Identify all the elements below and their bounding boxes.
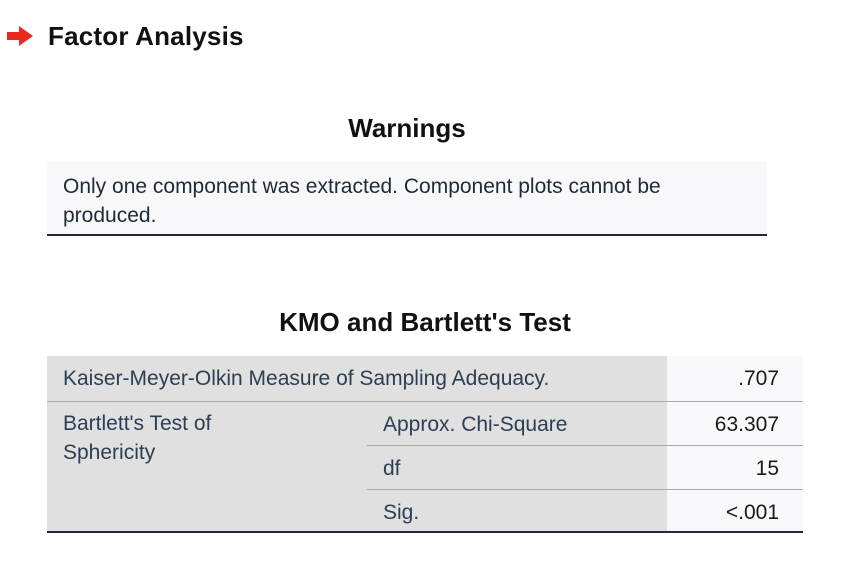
warnings-message: Only one component was extracted. Compon… — [63, 175, 661, 227]
df-value-cell: 15 — [667, 445, 803, 489]
warnings-title: Warnings — [348, 113, 466, 143]
row-divider — [367, 445, 803, 446]
kmo-label-cell: Kaiser-Meyer-Olkin Measure of Sampling A… — [47, 356, 667, 401]
kmo-value-cell: .707 — [667, 356, 803, 401]
kmo-title: KMO and Bartlett's Test — [279, 307, 571, 337]
sig-value: <.001 — [725, 501, 779, 524]
chi-value-cell: 63.307 — [667, 401, 803, 445]
chi-label: Approx. Chi-Square — [383, 413, 568, 436]
df-value: 15 — [755, 457, 779, 480]
output-heading[interactable]: Factor Analysis — [6, 20, 244, 52]
kmo-table[interactable]: Kaiser-Meyer-Olkin Measure of Sampling A… — [47, 356, 803, 533]
chi-label-cell: Approx. Chi-Square — [367, 401, 667, 445]
table-bottom-rule — [47, 531, 803, 533]
row-divider — [367, 489, 803, 490]
df-label-cell: df — [367, 445, 667, 489]
df-label: df — [383, 457, 401, 480]
kmo-value: .707 — [738, 367, 779, 390]
page-title: Factor Analysis — [48, 20, 244, 51]
kmo-label: Kaiser-Meyer-Olkin Measure of Sampling A… — [63, 367, 550, 390]
row-divider — [47, 401, 803, 402]
sig-value-cell: <.001 — [667, 489, 803, 531]
sig-label-cell: Sig. — [367, 489, 667, 531]
bartlett-label: Bartlett's Test of Sphericity — [63, 412, 212, 464]
chi-value: 63.307 — [714, 413, 779, 436]
warnings-table[interactable]: Only one component was extracted. Compon… — [47, 162, 767, 236]
sig-label: Sig. — [383, 501, 420, 524]
bartlett-label-cell: Bartlett's Test of Sphericity — [47, 401, 367, 531]
arrow-right-icon — [7, 26, 33, 46]
